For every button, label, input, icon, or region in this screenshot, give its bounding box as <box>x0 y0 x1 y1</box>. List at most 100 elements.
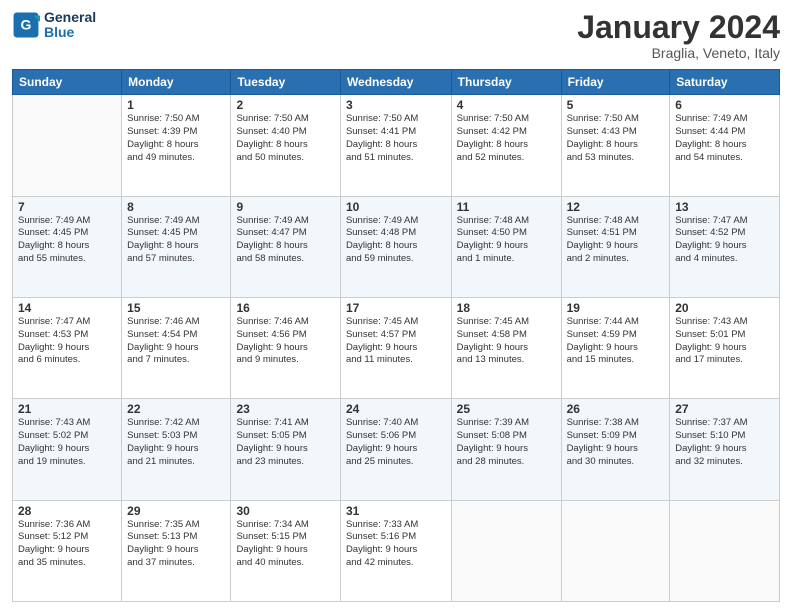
day-number: 16 <box>236 301 334 315</box>
day-info: Sunrise: 7:49 AMSunset: 4:47 PMDaylight:… <box>236 215 334 266</box>
day-info: Sunrise: 7:36 AMSunset: 5:12 PMDaylight:… <box>18 519 116 570</box>
day-number: 31 <box>346 504 446 518</box>
day-number: 25 <box>457 402 556 416</box>
calendar-table: SundayMondayTuesdayWednesdayThursdayFrid… <box>12 69 780 602</box>
day-info: Sunrise: 7:35 AMSunset: 5:13 PMDaylight:… <box>127 519 225 570</box>
title-block: January 2024 Braglia, Veneto, Italy <box>577 10 780 61</box>
day-number: 14 <box>18 301 116 315</box>
day-info: Sunrise: 7:50 AMSunset: 4:40 PMDaylight:… <box>236 113 334 164</box>
day-info: Sunrise: 7:47 AMSunset: 4:52 PMDaylight:… <box>675 215 774 266</box>
day-number: 22 <box>127 402 225 416</box>
day-number: 19 <box>567 301 665 315</box>
day-info: Sunrise: 7:49 AMSunset: 4:45 PMDaylight:… <box>127 215 225 266</box>
location-subtitle: Braglia, Veneto, Italy <box>577 45 780 61</box>
day-number: 11 <box>457 200 556 214</box>
day-number: 28 <box>18 504 116 518</box>
calendar-cell: 14Sunrise: 7:47 AMSunset: 4:53 PMDayligh… <box>13 297 122 398</box>
calendar-cell <box>670 500 780 601</box>
day-info: Sunrise: 7:43 AMSunset: 5:01 PMDaylight:… <box>675 316 774 367</box>
day-info: Sunrise: 7:42 AMSunset: 5:03 PMDaylight:… <box>127 417 225 468</box>
day-number: 1 <box>127 98 225 112</box>
day-number: 29 <box>127 504 225 518</box>
weekday-header-saturday: Saturday <box>670 70 780 95</box>
weekday-header-row: SundayMondayTuesdayWednesdayThursdayFrid… <box>13 70 780 95</box>
day-info: Sunrise: 7:37 AMSunset: 5:10 PMDaylight:… <box>675 417 774 468</box>
calendar-cell: 15Sunrise: 7:46 AMSunset: 4:54 PMDayligh… <box>122 297 231 398</box>
weekday-header-thursday: Thursday <box>451 70 561 95</box>
day-number: 26 <box>567 402 665 416</box>
calendar-cell: 25Sunrise: 7:39 AMSunset: 5:08 PMDayligh… <box>451 399 561 500</box>
calendar-cell: 19Sunrise: 7:44 AMSunset: 4:59 PMDayligh… <box>561 297 670 398</box>
calendar-cell: 13Sunrise: 7:47 AMSunset: 4:52 PMDayligh… <box>670 196 780 297</box>
header: G General Blue January 2024 Braglia, Ven… <box>12 10 780 61</box>
calendar-cell <box>13 95 122 196</box>
calendar-cell: 1Sunrise: 7:50 AMSunset: 4:39 PMDaylight… <box>122 95 231 196</box>
day-info: Sunrise: 7:38 AMSunset: 5:09 PMDaylight:… <box>567 417 665 468</box>
day-number: 3 <box>346 98 446 112</box>
day-number: 15 <box>127 301 225 315</box>
day-number: 23 <box>236 402 334 416</box>
logo-text: General Blue <box>44 10 96 41</box>
day-info: Sunrise: 7:49 AMSunset: 4:48 PMDaylight:… <box>346 215 446 266</box>
weekday-header-sunday: Sunday <box>13 70 122 95</box>
day-info: Sunrise: 7:43 AMSunset: 5:02 PMDaylight:… <box>18 417 116 468</box>
calendar-cell: 27Sunrise: 7:37 AMSunset: 5:10 PMDayligh… <box>670 399 780 500</box>
day-info: Sunrise: 7:46 AMSunset: 4:56 PMDaylight:… <box>236 316 334 367</box>
day-info: Sunrise: 7:50 AMSunset: 4:41 PMDaylight:… <box>346 113 446 164</box>
calendar-cell <box>451 500 561 601</box>
day-info: Sunrise: 7:47 AMSunset: 4:53 PMDaylight:… <box>18 316 116 367</box>
calendar-cell: 22Sunrise: 7:42 AMSunset: 5:03 PMDayligh… <box>122 399 231 500</box>
week-row-2: 7Sunrise: 7:49 AMSunset: 4:45 PMDaylight… <box>13 196 780 297</box>
day-info: Sunrise: 7:48 AMSunset: 4:50 PMDaylight:… <box>457 215 556 266</box>
calendar-cell: 28Sunrise: 7:36 AMSunset: 5:12 PMDayligh… <box>13 500 122 601</box>
calendar-cell: 11Sunrise: 7:48 AMSunset: 4:50 PMDayligh… <box>451 196 561 297</box>
calendar-cell: 16Sunrise: 7:46 AMSunset: 4:56 PMDayligh… <box>231 297 340 398</box>
logo-icon: G <box>12 11 40 39</box>
week-row-5: 28Sunrise: 7:36 AMSunset: 5:12 PMDayligh… <box>13 500 780 601</box>
calendar-cell: 12Sunrise: 7:48 AMSunset: 4:51 PMDayligh… <box>561 196 670 297</box>
svg-text:G: G <box>21 17 32 33</box>
day-info: Sunrise: 7:45 AMSunset: 4:58 PMDaylight:… <box>457 316 556 367</box>
calendar-cell: 29Sunrise: 7:35 AMSunset: 5:13 PMDayligh… <box>122 500 231 601</box>
day-number: 20 <box>675 301 774 315</box>
day-number: 21 <box>18 402 116 416</box>
calendar-cell: 8Sunrise: 7:49 AMSunset: 4:45 PMDaylight… <box>122 196 231 297</box>
day-info: Sunrise: 7:44 AMSunset: 4:59 PMDaylight:… <box>567 316 665 367</box>
weekday-header-monday: Monday <box>122 70 231 95</box>
calendar-cell <box>561 500 670 601</box>
day-info: Sunrise: 7:49 AMSunset: 4:44 PMDaylight:… <box>675 113 774 164</box>
day-number: 24 <box>346 402 446 416</box>
week-row-4: 21Sunrise: 7:43 AMSunset: 5:02 PMDayligh… <box>13 399 780 500</box>
day-number: 2 <box>236 98 334 112</box>
day-number: 4 <box>457 98 556 112</box>
day-number: 12 <box>567 200 665 214</box>
day-number: 18 <box>457 301 556 315</box>
weekday-header-tuesday: Tuesday <box>231 70 340 95</box>
day-number: 5 <box>567 98 665 112</box>
calendar-cell: 31Sunrise: 7:33 AMSunset: 5:16 PMDayligh… <box>340 500 451 601</box>
calendar-cell: 10Sunrise: 7:49 AMSunset: 4:48 PMDayligh… <box>340 196 451 297</box>
day-info: Sunrise: 7:34 AMSunset: 5:15 PMDaylight:… <box>236 519 334 570</box>
calendar-cell: 3Sunrise: 7:50 AMSunset: 4:41 PMDaylight… <box>340 95 451 196</box>
day-info: Sunrise: 7:50 AMSunset: 4:39 PMDaylight:… <box>127 113 225 164</box>
month-title: January 2024 <box>577 10 780 45</box>
week-row-3: 14Sunrise: 7:47 AMSunset: 4:53 PMDayligh… <box>13 297 780 398</box>
calendar-cell: 26Sunrise: 7:38 AMSunset: 5:09 PMDayligh… <box>561 399 670 500</box>
day-info: Sunrise: 7:39 AMSunset: 5:08 PMDaylight:… <box>457 417 556 468</box>
logo: G General Blue <box>12 10 96 41</box>
calendar-cell: 7Sunrise: 7:49 AMSunset: 4:45 PMDaylight… <box>13 196 122 297</box>
day-number: 8 <box>127 200 225 214</box>
day-info: Sunrise: 7:33 AMSunset: 5:16 PMDaylight:… <box>346 519 446 570</box>
calendar-cell: 6Sunrise: 7:49 AMSunset: 4:44 PMDaylight… <box>670 95 780 196</box>
calendar-cell: 5Sunrise: 7:50 AMSunset: 4:43 PMDaylight… <box>561 95 670 196</box>
day-info: Sunrise: 7:50 AMSunset: 4:42 PMDaylight:… <box>457 113 556 164</box>
day-number: 27 <box>675 402 774 416</box>
week-row-1: 1Sunrise: 7:50 AMSunset: 4:39 PMDaylight… <box>13 95 780 196</box>
day-info: Sunrise: 7:45 AMSunset: 4:57 PMDaylight:… <box>346 316 446 367</box>
day-number: 30 <box>236 504 334 518</box>
calendar-cell: 2Sunrise: 7:50 AMSunset: 4:40 PMDaylight… <box>231 95 340 196</box>
calendar-cell: 24Sunrise: 7:40 AMSunset: 5:06 PMDayligh… <box>340 399 451 500</box>
day-number: 10 <box>346 200 446 214</box>
day-info: Sunrise: 7:40 AMSunset: 5:06 PMDaylight:… <box>346 417 446 468</box>
calendar-cell: 17Sunrise: 7:45 AMSunset: 4:57 PMDayligh… <box>340 297 451 398</box>
